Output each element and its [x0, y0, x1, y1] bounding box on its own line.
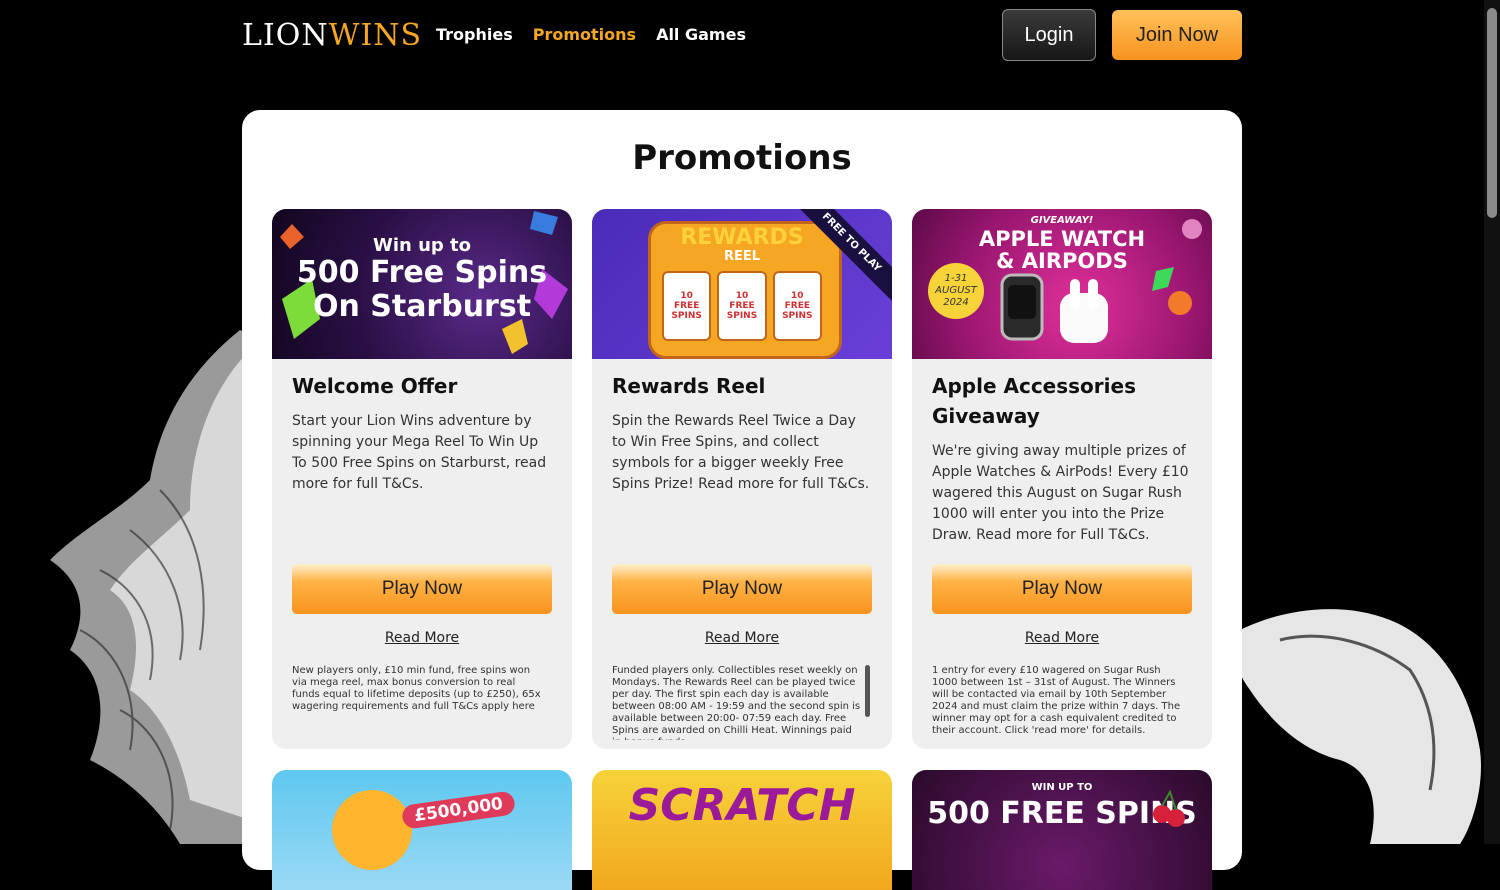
sun-icon — [332, 790, 412, 870]
jackpot-badge: £500,000 — [400, 790, 517, 830]
promo-card-peek-3[interactable]: WIN UP TO 500 FREE SPINS — [912, 770, 1212, 890]
promo-title: Rewards Reel — [612, 374, 766, 398]
promo-card-peek-1[interactable]: £500,000 — [272, 770, 572, 890]
play-now-button[interactable]: Play Now — [292, 564, 552, 614]
reel-window: 10 FREE SPINS — [662, 271, 712, 341]
promotions-panel: Promotions Win up to 500 Free Spins On S… — [242, 110, 1242, 890]
reel-window: 10 FREE SPINS — [772, 271, 822, 341]
promo-description: Spin the Rewards Reel Twice a Day to Win… — [612, 413, 870, 492]
read-more-link[interactable]: Read More — [272, 630, 572, 646]
promo-card-apple-giveaway: GIVEAWAY! APPLE WATCH & AIRPODS 1-31 AUG… — [912, 209, 1212, 749]
play-now-button[interactable]: Play Now — [932, 564, 1192, 614]
nav-all-games[interactable]: All Games — [656, 25, 746, 44]
read-more-link[interactable]: Read More — [592, 630, 892, 646]
nav-trophies[interactable]: Trophies — [436, 25, 513, 44]
lion-body-background — [1234, 609, 1481, 844]
promo-title: Apple Accessories Giveaway — [932, 374, 1136, 428]
play-now-button[interactable]: Play Now — [612, 564, 872, 614]
banner-line-3: On Starburst — [312, 289, 532, 324]
page-scrollbar-thumb[interactable] — [1487, 8, 1497, 218]
reel-windows: 10 FREE SPINS 10 FREE SPINS 10 FREE SPIN… — [662, 271, 822, 341]
promo-terms: Funded players only. Collectibles reset … — [612, 665, 861, 740]
main-nav: Trophies Promotions All Games — [436, 25, 746, 44]
terms-scrollbar[interactable] — [865, 665, 870, 717]
logo-lion: LION — [242, 18, 329, 53]
join-now-button[interactable]: Join Now — [1112, 10, 1242, 60]
promo-title: Welcome Offer — [292, 374, 458, 398]
banner-line-2: 500 Free Spins — [296, 255, 548, 290]
page-scrollbar[interactable] — [1484, 0, 1500, 844]
scratch-title: SCRATCH — [628, 780, 856, 831]
promo-card-welcome-offer: Win up to 500 Free Spins On Starburst We… — [272, 209, 572, 749]
promo-terms: 1 entry for every £10 wagered on Sugar R… — [932, 665, 1181, 736]
promo-card-peek-2[interactable]: SCRATCH — [592, 770, 892, 890]
nav-promotions[interactable]: Promotions — [533, 25, 636, 44]
cherries-icon — [1153, 789, 1185, 827]
login-button[interactable]: Login — [1002, 9, 1096, 61]
reel-symbol-label: 10 FREE SPINS — [726, 291, 758, 321]
reel-symbol-label: 10 FREE SPINS — [782, 291, 813, 321]
promo-description: Start your Lion Wins adventure by spinni… — [292, 413, 547, 492]
promo-terms: New players only, £10 min fund, free spi… — [292, 665, 541, 712]
read-more-link[interactable]: Read More — [912, 630, 1212, 646]
promo-card-rewards-reel: REWARDS REEL 10 FREE SPINS 10 FREE SPINS… — [592, 209, 892, 749]
site-logo[interactable]: LIONWINS — [242, 18, 422, 53]
promo-banner-apple-giveaway[interactable]: GIVEAWAY! APPLE WATCH & AIRPODS 1-31 AUG… — [912, 209, 1212, 359]
site-header: LIONWINS Trophies Promotions All Games L… — [242, 0, 1242, 70]
apple-watch-airpods-icon — [1000, 219, 1202, 343]
promo-description: We're giving away multiple prizes of App… — [932, 443, 1189, 543]
banner-line-1: Win up to — [372, 235, 472, 256]
page-title: Promotions — [632, 138, 852, 178]
promo-banner-starburst[interactable]: Win up to 500 Free Spins On Starburst — [272, 209, 572, 359]
logo-wins: WINS — [328, 18, 423, 53]
reel-symbol-label: 10 FREE SPINS — [671, 291, 702, 321]
reel-window: 10 FREE SPINS — [717, 271, 767, 341]
promo-banner-rewards-reel[interactable]: REWARDS REEL 10 FREE SPINS 10 FREE SPINS… — [592, 209, 892, 359]
